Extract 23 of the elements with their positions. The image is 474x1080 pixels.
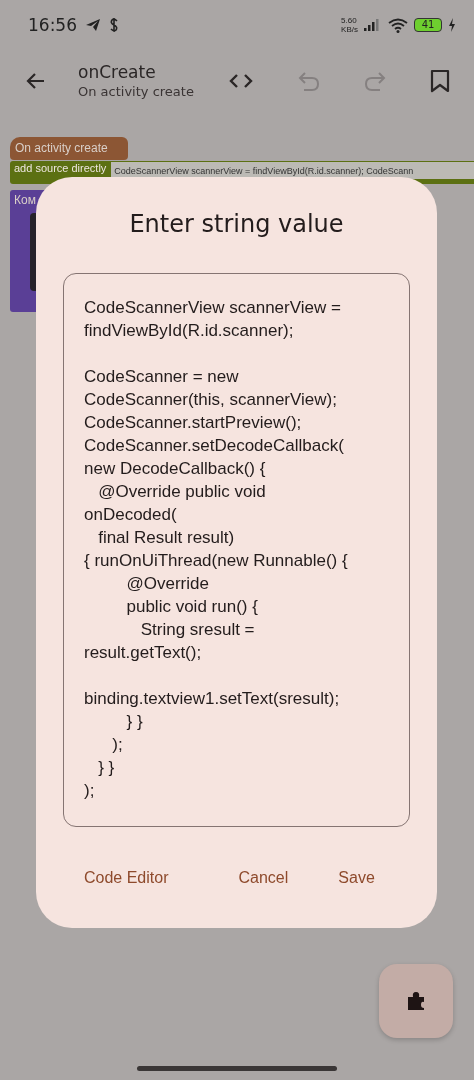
dialog-button[interactable]: Code Editor — [74, 861, 179, 895]
wifi-icon — [388, 17, 408, 33]
dialog-button[interactable]: Cancel — [228, 861, 299, 895]
currency-icon — [109, 17, 119, 33]
code-input-field[interactable]: CodeScannerView scannerView = findViewById(R.id.scanner); CodeScanner = new CodeScanner(this, scannerView); CodeScanner.startPreview(); CodeScanner.setDecodeCallback( new DecodeCallback() { @Override public void onDecoded( final Result result) { runOnUiThread(new Runnable() { @Override public void run() { String sresult = result.getText(); binding.textview1.setText(sresult); } } ); } } ); — [63, 273, 410, 827]
bookmark-icon[interactable] — [429, 69, 450, 93]
puzzle-fab-button[interactable] — [379, 964, 453, 1038]
paper-plane-icon — [85, 18, 101, 32]
network-speed: 5.60 — [341, 16, 358, 25]
gesture-handle[interactable] — [137, 1066, 337, 1071]
block-label: add source directly — [14, 162, 107, 175]
speed-unit: KB/s — [341, 25, 358, 34]
battery-level: 41 — [421, 20, 435, 30]
screen-subtitle: On activity create — [78, 83, 195, 100]
block-label: Ком — [14, 193, 37, 207]
charging-icon — [448, 18, 456, 32]
event-block[interactable]: On activity create — [10, 137, 128, 160]
dialog-button[interactable]: Save — [328, 861, 385, 895]
clock-time: 16:56 — [28, 15, 77, 35]
dialog-title: Enter string value — [128, 209, 345, 240]
signal-icon — [364, 19, 382, 31]
screen-title: onCreate — [78, 62, 157, 83]
block-text-field[interactable]: CodeScannerView scannerView = findViewById(R.id.scanner); CodeScann — [111, 162, 474, 179]
